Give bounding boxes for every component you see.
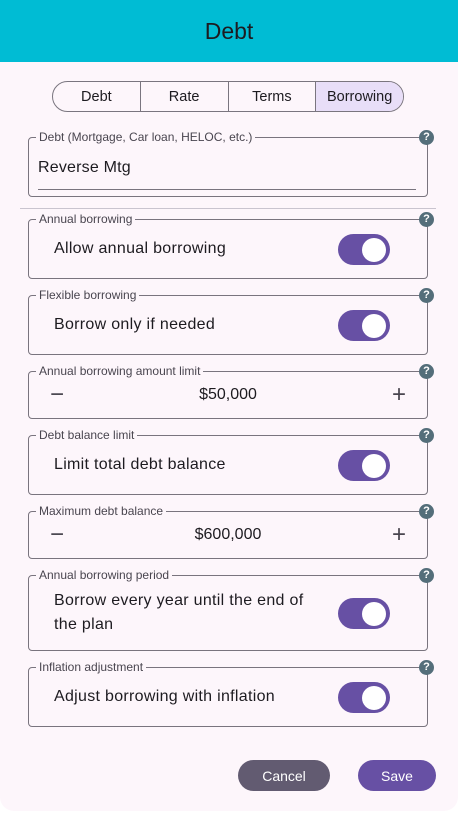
annual-limit-increment-button[interactable]: + bbox=[384, 380, 414, 410]
annual-limit-field: Annual borrowing amount limit ? − $50,00… bbox=[28, 364, 434, 419]
section-divider bbox=[20, 208, 436, 209]
annual-limit-value[interactable]: $50,000 bbox=[89, 384, 367, 406]
max-balance-field: Maximum debt balance ? − $600,000 + bbox=[28, 504, 434, 559]
debt-name-input[interactable]: Reverse Mtg bbox=[38, 157, 416, 190]
annual-borrowing-label: Annual borrowing bbox=[36, 212, 136, 226]
borrowing-period-text-line1: Borrow every year until the end of bbox=[54, 592, 304, 609]
flexible-borrowing-field: Flexible borrowing ? Borrow only if need… bbox=[28, 288, 434, 355]
balance-limit-label: Debt balance limit bbox=[36, 428, 138, 442]
debt-name-label: Debt (Mortgage, Car loan, HELOC, etc.) bbox=[36, 130, 256, 144]
annual-borrowing-field: Annual borrowing ? Allow annual borrowin… bbox=[28, 212, 434, 279]
debt-dialog: Debt Debt Rate Terms Borrowing Debt (Mor… bbox=[0, 0, 458, 811]
help-icon[interactable]: ? bbox=[419, 568, 434, 583]
toggle-knob bbox=[362, 453, 386, 478]
toggle-knob bbox=[362, 685, 386, 710]
help-icon[interactable]: ? bbox=[419, 504, 434, 519]
cancel-button[interactable]: Cancel bbox=[238, 760, 330, 791]
toggle-knob bbox=[362, 601, 386, 626]
balance-limit-text: Limit total debt balance bbox=[54, 456, 226, 473]
help-icon[interactable]: ? bbox=[419, 130, 434, 145]
max-balance-value[interactable]: $600,000 bbox=[89, 524, 367, 546]
flexible-borrowing-toggle[interactable] bbox=[338, 310, 390, 341]
help-icon[interactable]: ? bbox=[419, 660, 434, 675]
annual-borrowing-toggle[interactable] bbox=[338, 234, 390, 265]
toggle-knob bbox=[362, 237, 386, 262]
save-button[interactable]: Save bbox=[358, 760, 436, 791]
tab-terms[interactable]: Terms bbox=[229, 82, 317, 111]
help-icon[interactable]: ? bbox=[419, 212, 434, 227]
tab-borrowing[interactable]: Borrowing bbox=[316, 82, 403, 111]
dialog-header: Debt bbox=[0, 0, 458, 62]
help-icon[interactable]: ? bbox=[419, 288, 434, 303]
annual-limit-label: Annual borrowing amount limit bbox=[36, 364, 204, 378]
max-balance-increment-button[interactable]: + bbox=[384, 520, 414, 550]
inflation-adjustment-label: Inflation adjustment bbox=[36, 660, 147, 674]
balance-limit-toggle[interactable] bbox=[338, 450, 390, 481]
inflation-adjustment-toggle[interactable] bbox=[338, 682, 390, 713]
borrowing-period-text-line2: the plan bbox=[54, 616, 114, 633]
dialog-title: Debt bbox=[204, 17, 254, 44]
flexible-borrowing-text: Borrow only if needed bbox=[54, 316, 216, 333]
max-balance-decrement-button[interactable]: − bbox=[42, 520, 72, 550]
tab-rate[interactable]: Rate bbox=[141, 82, 229, 111]
debt-name-field: Debt (Mortgage, Car loan, HELOC, etc.) ?… bbox=[28, 130, 434, 197]
annual-limit-decrement-button[interactable]: − bbox=[42, 380, 72, 410]
annual-borrowing-text: Allow annual borrowing bbox=[54, 240, 227, 257]
inflation-adjustment-field: Inflation adjustment ? Adjust borrowing … bbox=[28, 660, 434, 727]
tab-group: Debt Rate Terms Borrowing bbox=[52, 81, 404, 112]
max-balance-label: Maximum debt balance bbox=[36, 504, 167, 518]
borrowing-period-field: Annual borrowing period ? Borrow every y… bbox=[28, 568, 434, 651]
help-icon[interactable]: ? bbox=[419, 428, 434, 443]
balance-limit-field: Debt balance limit ? Limit total debt ba… bbox=[28, 428, 434, 495]
inflation-adjustment-text: Adjust borrowing with inflation bbox=[54, 688, 275, 705]
borrowing-period-label: Annual borrowing period bbox=[36, 568, 173, 582]
borrowing-period-toggle[interactable] bbox=[338, 598, 390, 629]
flexible-borrowing-label: Flexible borrowing bbox=[36, 288, 140, 302]
tab-debt[interactable]: Debt bbox=[53, 82, 141, 111]
toggle-knob bbox=[362, 313, 386, 338]
help-icon[interactable]: ? bbox=[419, 364, 434, 379]
